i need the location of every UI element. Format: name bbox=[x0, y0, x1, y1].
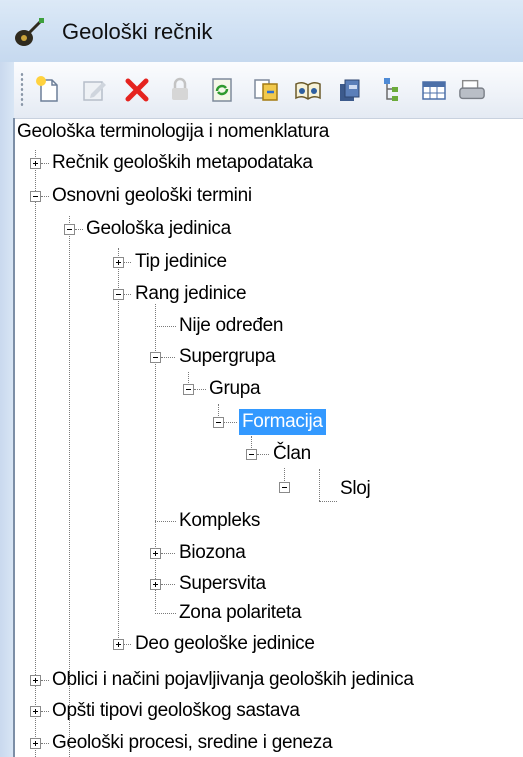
export-icon bbox=[254, 79, 278, 101]
tree-connector bbox=[118, 248, 119, 644]
tree-connector bbox=[75, 229, 83, 230]
tree-connector bbox=[41, 743, 49, 744]
tree-connector bbox=[257, 454, 269, 455]
expand-toggle-icon[interactable] bbox=[150, 579, 161, 590]
tree-node[interactable]: Geološka jedinica bbox=[86, 216, 231, 242]
collapse-toggle-icon[interactable] bbox=[183, 384, 194, 395]
expand-toggle-icon[interactable] bbox=[113, 257, 124, 268]
collapse-toggle-icon[interactable] bbox=[30, 191, 41, 202]
tree-node[interactable]: Supersvita bbox=[179, 571, 266, 597]
guitar-app-icon bbox=[15, 18, 44, 46]
tree-connector bbox=[319, 501, 337, 502]
tree-connector bbox=[161, 584, 175, 585]
toolbar bbox=[14, 62, 523, 119]
database-icon bbox=[340, 79, 360, 101]
tree-node[interactable]: Član bbox=[273, 441, 311, 467]
tree-node[interactable]: Rang jedinice bbox=[135, 281, 247, 307]
tree-connector bbox=[194, 389, 206, 390]
tree-node[interactable]: Geološka terminologija i nomenklatura bbox=[17, 119, 329, 145]
title-bar: Geološki rečnik bbox=[0, 0, 523, 62]
new-item-button[interactable] bbox=[32, 74, 64, 106]
window-frame-left bbox=[0, 62, 14, 757]
print-button[interactable] bbox=[458, 74, 486, 106]
edit-button[interactable] bbox=[78, 74, 110, 106]
tree-connector bbox=[155, 613, 176, 614]
tree-node[interactable]: Zona polariteta bbox=[179, 600, 302, 626]
tree-connector bbox=[35, 150, 36, 757]
collapse-toggle-icon[interactable] bbox=[150, 352, 161, 363]
tree-node[interactable]: Nije određen bbox=[179, 313, 283, 339]
expand-toggle-icon[interactable] bbox=[30, 158, 41, 169]
tree-view[interactable]: Geološka terminologija i nomenklatura Re… bbox=[15, 119, 523, 757]
expand-toggle-icon[interactable] bbox=[113, 639, 124, 650]
tree-connector bbox=[224, 422, 237, 423]
tree-connector bbox=[41, 680, 49, 681]
book-button[interactable] bbox=[292, 74, 324, 106]
tree-connector bbox=[41, 711, 49, 712]
tree-connector bbox=[161, 553, 175, 554]
print-icon bbox=[459, 79, 485, 100]
toolbar-grip[interactable] bbox=[20, 72, 24, 108]
tree-view-button[interactable] bbox=[376, 74, 408, 106]
collapse-toggle-icon[interactable] bbox=[213, 417, 224, 428]
tree-node[interactable]: Deo geološke jedinice bbox=[135, 631, 315, 657]
lock-button[interactable] bbox=[164, 74, 196, 106]
database-button[interactable] bbox=[334, 74, 366, 106]
collapse-toggle-icon[interactable] bbox=[246, 449, 257, 460]
book-icon bbox=[295, 81, 321, 100]
tree-connector bbox=[319, 469, 320, 501]
refresh-icon bbox=[212, 78, 232, 102]
tree-node-selected[interactable]: Formacija bbox=[239, 409, 326, 435]
expand-toggle-icon[interactable] bbox=[30, 675, 41, 686]
tree-connector bbox=[155, 326, 176, 327]
tree-node[interactable]: Biozona bbox=[179, 540, 246, 566]
tree-connector bbox=[124, 644, 131, 645]
tree-connector bbox=[124, 294, 131, 295]
window-title: Geološki rečnik bbox=[62, 19, 213, 44]
collapse-toggle-icon[interactable] bbox=[64, 224, 75, 235]
tree-node[interactable]: Osnovni geološki termini bbox=[52, 183, 252, 209]
table-icon bbox=[422, 81, 446, 100]
tree-node[interactable]: Kompleks bbox=[179, 508, 260, 534]
tree-node[interactable]: Supergrupa bbox=[179, 344, 276, 370]
refresh-button[interactable] bbox=[206, 74, 238, 106]
tree-view-icon bbox=[384, 78, 398, 101]
edit-icon bbox=[83, 81, 106, 101]
delete-icon bbox=[125, 78, 149, 102]
expand-toggle-icon[interactable] bbox=[30, 738, 41, 749]
lock-icon bbox=[172, 77, 188, 100]
tree-connector bbox=[155, 304, 156, 611]
expand-toggle-icon[interactable] bbox=[30, 706, 41, 717]
tree-node[interactable]: Oblici i načini pojavljivanja geoloških … bbox=[52, 667, 414, 693]
new-item-icon bbox=[36, 76, 58, 102]
tree-node[interactable]: Geološki procesi, sredine i geneza bbox=[52, 730, 333, 756]
tree-connector bbox=[41, 196, 49, 197]
export-button[interactable] bbox=[250, 74, 282, 106]
tree-connector bbox=[124, 262, 131, 263]
tree-node[interactable]: Grupa bbox=[209, 376, 261, 402]
tree-connector bbox=[41, 163, 49, 164]
tree-node[interactable]: Opšti tipovi geološkog sastava bbox=[52, 698, 300, 724]
tree-node[interactable]: Rečnik geoloških metapodataka bbox=[52, 150, 313, 176]
collapse-toggle-icon[interactable] bbox=[279, 482, 290, 493]
tree-node[interactable]: Tip jedinice bbox=[135, 249, 227, 275]
table-button[interactable] bbox=[418, 74, 450, 106]
delete-button[interactable] bbox=[121, 74, 153, 106]
collapse-toggle-icon[interactable] bbox=[113, 289, 124, 300]
tree-node[interactable]: Sloj bbox=[340, 476, 371, 502]
tree-connector bbox=[161, 357, 175, 358]
tree-connector bbox=[155, 521, 176, 522]
expand-toggle-icon[interactable] bbox=[150, 548, 161, 559]
